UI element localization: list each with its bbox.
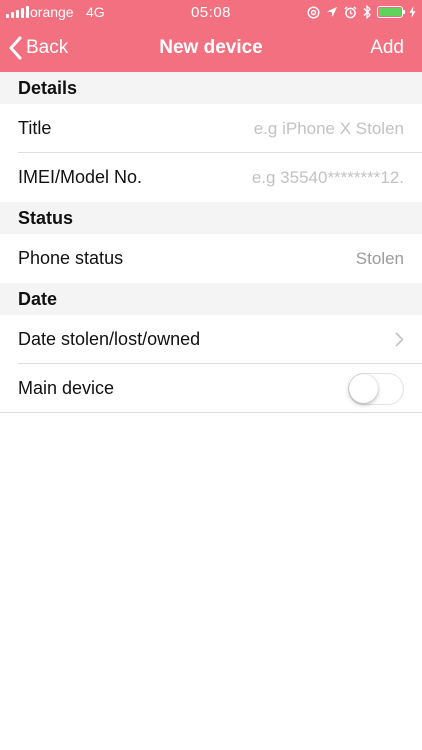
battery-icon bbox=[377, 6, 405, 18]
chevron-right-icon bbox=[395, 332, 404, 347]
page-title: New device bbox=[159, 37, 263, 58]
header: orange 4G 05:08 Back New device Add bbox=[0, 0, 422, 72]
charging-icon bbox=[409, 6, 416, 18]
add-button[interactable]: Add bbox=[370, 37, 404, 59]
section-header-date: Date bbox=[0, 283, 422, 315]
section-header-status: Status bbox=[0, 202, 422, 234]
date-label: Date stolen/lost/owned bbox=[18, 329, 201, 349]
bluetooth-icon bbox=[363, 5, 371, 19]
main-device-label: Main device bbox=[18, 378, 115, 398]
title-input[interactable] bbox=[63, 118, 404, 139]
title-row: Title bbox=[0, 104, 422, 153]
imei-label: IMEI/Model No. bbox=[18, 167, 143, 187]
section-header-details: Details bbox=[0, 72, 422, 104]
phone-status-label: Phone status bbox=[18, 248, 124, 268]
alarm-icon bbox=[344, 5, 357, 18]
imei-row: IMEI/Model No. bbox=[0, 153, 422, 202]
date-row[interactable]: Date stolen/lost/owned bbox=[0, 315, 422, 364]
location-icon bbox=[327, 7, 337, 17]
navigation-bar: Back New device Add bbox=[0, 28, 422, 68]
status-icons bbox=[307, 4, 416, 20]
main-device-row: Main device bbox=[0, 364, 422, 413]
at-icon bbox=[307, 5, 320, 19]
status-bar: orange 4G 05:08 bbox=[0, 0, 422, 24]
phone-status-value: Stolen bbox=[355, 248, 404, 268]
toggle-knob bbox=[349, 373, 378, 403]
title-label: Title bbox=[18, 118, 52, 138]
phone-status-row[interactable]: Phone status Stolen bbox=[0, 234, 422, 283]
main-device-toggle[interactable] bbox=[348, 372, 404, 405]
form: Details Title IMEI/Model No. Status Phon… bbox=[0, 72, 422, 413]
imei-input[interactable] bbox=[154, 167, 404, 188]
